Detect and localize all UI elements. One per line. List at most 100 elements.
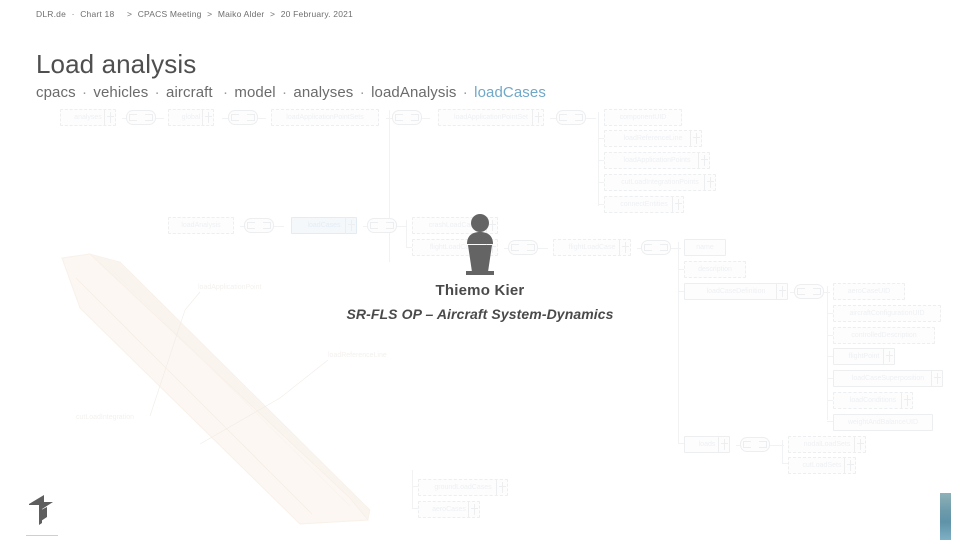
path-separator: · — [154, 83, 160, 101]
header-gt-separator: > — [126, 9, 133, 19]
schema-node-label: connectEntities — [620, 201, 668, 208]
schema-node-label: aeroCases — [432, 506, 466, 513]
diagram-connector — [598, 204, 606, 205]
page-subtitle-path: cpacs · vehicles · aircraft · model · an… — [36, 84, 546, 101]
diagram-connector — [827, 400, 835, 401]
diagram-sequence-connector — [740, 437, 770, 452]
diagram-connector — [598, 112, 599, 206]
schema-node-label: loadConditions — [849, 397, 897, 404]
header-breadcrumb-meeting: CPACS Meeting — [137, 9, 202, 19]
path-crumb-analyses: analyses — [293, 83, 354, 101]
diagram-connector — [412, 470, 413, 508]
diagram-connector — [736, 445, 784, 446]
diagram-connector — [550, 118, 596, 119]
schema-node: componentUID — [604, 109, 682, 126]
title-block: Load analysis cpacs · vehicles · aircraf… — [36, 49, 546, 101]
expand-plus-icon — [698, 152, 710, 169]
schema-node-label: loadApplicationPoints — [623, 157, 691, 164]
schema-node: loadConditions — [833, 392, 913, 409]
path-separator: · — [462, 83, 468, 101]
diagram-connector — [412, 508, 420, 509]
header-breadcrumb-author: Maiko Alder — [217, 9, 265, 19]
diagram-connector — [782, 463, 790, 464]
schema-node: analyses — [60, 109, 116, 126]
schema-node-label: cutLoadIntegrationPoints — [621, 179, 699, 186]
header-gt-separator: > — [270, 9, 276, 19]
dlr-logo-rule — [26, 535, 58, 536]
expand-plus-icon — [854, 436, 866, 453]
schema-node: loadApplicationPoints — [604, 152, 710, 169]
path-separator: · — [282, 83, 288, 101]
schema-node: connectEntities — [604, 196, 684, 213]
schema-node-label: controlledDescription — [851, 332, 917, 339]
diagram-connector — [678, 443, 686, 444]
diagram-connector — [412, 486, 420, 487]
schema-node-label: loadApplicationPointSet — [454, 114, 528, 121]
path-crumb-cpacs: cpacs — [36, 83, 76, 101]
header-gt-separator: > — [207, 9, 213, 19]
path-crumb-vehicles: vehicles — [93, 83, 149, 101]
path-crumb-model: model — [234, 83, 276, 101]
expand-plus-icon — [202, 109, 214, 126]
expand-plus-icon — [532, 109, 544, 126]
schema-node-label: cutLoadSets — [802, 462, 842, 469]
diagram-connector — [827, 378, 835, 379]
expand-plus-icon — [704, 174, 716, 191]
page-title: Load analysis — [36, 49, 197, 79]
corner-accent-stripe — [940, 493, 951, 540]
header-dot-separator: · — [71, 9, 75, 19]
slide-header: DLR.de · Chart 18 > CPACS Meeting > Maik… — [36, 9, 353, 19]
schema-node: flightPoint — [833, 348, 895, 365]
path-separator: · — [359, 83, 365, 101]
header-breadcrumb-date: 20 February. 2021 — [280, 9, 353, 19]
speaker-block: Thiemo Kier SR-FLS OP – Aircraft System-… — [0, 214, 960, 322]
schema-node-label: componentUID — [619, 114, 667, 121]
schema-node: weightAndBalanceUID — [833, 414, 933, 431]
expand-plus-icon — [672, 196, 684, 213]
wing-annotation-label: cutLoadIntegration — [76, 414, 134, 421]
diagram-sequence-connector — [228, 110, 258, 125]
schema-node: aeroCases — [418, 501, 480, 518]
schema-node-label: loadReferenceLine — [623, 135, 683, 142]
path-crumb-aircraft: aircraft — [166, 83, 213, 101]
schema-node-label: nodalLoadSets — [803, 441, 851, 448]
path-separator: · — [222, 83, 229, 101]
schema-node-label: weightAndBalanceUID — [847, 419, 919, 426]
expand-plus-icon — [468, 501, 480, 518]
diagram-sequence-connector — [392, 110, 422, 125]
presenter-podium-icon — [466, 214, 494, 275]
path-crumb-loadcases-active: loadCases — [474, 83, 546, 101]
schema-node: loadApplicationPointSets — [271, 109, 379, 126]
header-site: DLR.de — [36, 9, 67, 19]
diagram-connector — [222, 118, 266, 119]
schema-node-label: flightPoint — [848, 353, 880, 360]
header-chart-number: Chart 18 — [80, 9, 115, 19]
diagram-connector — [598, 160, 606, 161]
schema-node-label: groundLoadCases — [434, 484, 492, 491]
schema-node: global — [168, 109, 214, 126]
expand-plus-icon — [931, 370, 943, 387]
dlr-logo-icon — [29, 495, 53, 525]
expand-plus-icon — [104, 109, 116, 126]
schema-node: loadApplicationPointSet — [438, 109, 544, 126]
speaker-role: SR-FLS OP – Aircraft System-Dynamics — [346, 306, 614, 322]
expand-plus-icon — [901, 392, 913, 409]
schema-node-label: analyses — [74, 114, 102, 121]
path-separator: · — [81, 83, 88, 101]
diagram-connector — [827, 356, 835, 357]
schema-node-label: loads — [698, 441, 716, 448]
speaker-name: Thiemo Kier — [435, 282, 525, 299]
path-crumb-loadanalysis: loadAnalysis — [371, 83, 457, 101]
diagram-sequence-connector — [556, 110, 586, 125]
expand-plus-icon — [844, 457, 856, 474]
schema-node: nodalLoadSets — [788, 436, 866, 453]
diagram-connector — [827, 421, 835, 422]
schema-node-label: loadApplicationPointSets — [286, 114, 364, 121]
diagram-connector — [782, 440, 783, 464]
dlr-logo — [26, 493, 56, 532]
diagram-connector — [598, 138, 606, 139]
schema-node-label: global — [181, 114, 201, 121]
schema-node: cutLoadSets — [788, 457, 856, 474]
schema-node: cutLoadIntegrationPoints — [604, 174, 716, 191]
diagram-sequence-connector — [126, 110, 156, 125]
